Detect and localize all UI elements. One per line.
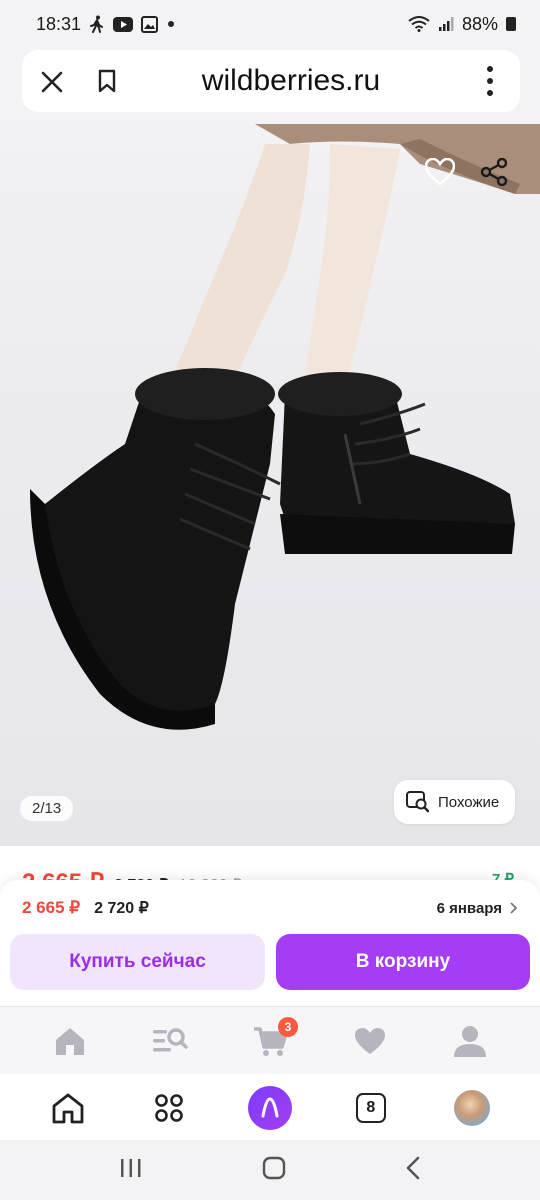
- alice-icon[interactable]: [240, 1080, 300, 1136]
- battery-icon: [506, 17, 516, 31]
- status-time: 18:31: [36, 13, 82, 34]
- browser-home-icon[interactable]: [38, 1080, 98, 1136]
- recents-icon[interactable]: [119, 1157, 143, 1184]
- url-pill: wildberries.ru: [22, 50, 520, 112]
- favorites-icon[interactable]: [340, 1013, 400, 1069]
- add-to-cart-button[interactable]: В корзину: [276, 934, 530, 990]
- status-bar: 18:31 88%: [0, 0, 540, 48]
- bookmark-icon[interactable]: [82, 69, 132, 93]
- similar-search-icon: [406, 791, 430, 813]
- site-bottom-nav: 3: [0, 1006, 540, 1074]
- buy-now-button[interactable]: Купить сейчас: [10, 934, 265, 990]
- image-pager-badge: 2/13: [20, 796, 74, 821]
- android-nav-bar: [0, 1140, 540, 1200]
- chevron-right-icon: [510, 902, 518, 914]
- similar-button[interactable]: Похожие: [394, 780, 516, 824]
- youtube-icon: [113, 16, 134, 32]
- avatar[interactable]: [442, 1080, 502, 1136]
- cart-icon[interactable]: 3: [240, 1013, 300, 1069]
- heart-icon[interactable]: [420, 152, 460, 192]
- similar-label: Похожие: [438, 793, 500, 811]
- tab-count: 8: [355, 1093, 386, 1123]
- delivery-date-label: 6 января: [436, 899, 502, 917]
- product-image[interactable]: 2/13 Похожие: [0, 124, 540, 846]
- price-old: 2 720 ₽: [94, 900, 149, 917]
- close-icon[interactable]: [22, 50, 82, 112]
- home-icon[interactable]: [40, 1013, 100, 1069]
- catalog-search-icon[interactable]: [140, 1013, 200, 1069]
- cart-count-badge: 3: [278, 1016, 298, 1037]
- price-current: 2 665 ₽: [22, 898, 81, 917]
- share-icon[interactable]: [474, 152, 514, 192]
- home-nav-icon[interactable]: [262, 1156, 286, 1185]
- url-text[interactable]: wildberries.ru: [132, 64, 460, 98]
- browser-address-bar: wildberries.ru: [0, 48, 540, 124]
- profile-icon[interactable]: [440, 1013, 500, 1069]
- delivery-date[interactable]: 6 января: [437, 900, 518, 917]
- apps-grid-icon[interactable]: [139, 1080, 199, 1136]
- tabs-icon[interactable]: 8: [341, 1080, 401, 1136]
- signal-icon: [438, 17, 454, 31]
- battery-percent: 88%: [461, 13, 498, 34]
- back-icon[interactable]: [405, 1156, 421, 1185]
- browser-bottom-toolbar: 8: [0, 1076, 540, 1140]
- wifi-icon: [408, 16, 430, 32]
- buy-sheet: 2 665 ₽ 2 720 ₽ 6 января Купить сейчас В…: [0, 880, 540, 1004]
- dot-icon: [168, 21, 175, 27]
- more-vertical-icon[interactable]: [460, 66, 520, 96]
- product-photo: [30, 124, 540, 730]
- walking-icon: [90, 15, 104, 33]
- gallery-icon: [141, 15, 159, 33]
